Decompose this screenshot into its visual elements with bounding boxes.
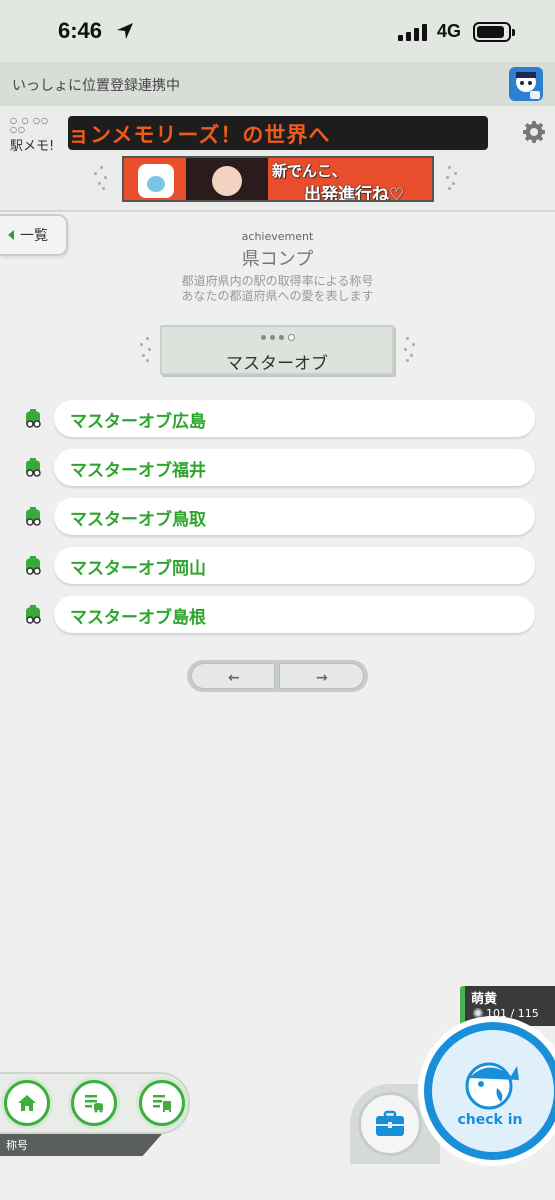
title-pill[interactable]: マスターオブ広島 xyxy=(54,400,535,437)
location-arrow-icon xyxy=(117,23,133,39)
title-label: マスターオブ広島 xyxy=(70,412,206,432)
title-pill[interactable]: マスターオブ福井 xyxy=(54,449,535,486)
page-subtitle: achievement xyxy=(241,230,314,243)
list-item[interactable]: マスターオブ鳥取 xyxy=(0,498,555,536)
briefcase-icon xyxy=(376,1110,404,1136)
news-ticker[interactable]: ョンメモリーズ！の世界へ xyxy=(68,116,488,150)
link-status-bar: いっしょに位置登録連携中 xyxy=(0,62,555,106)
link-status-text: いっしょに位置登録連携中 xyxy=(12,78,180,94)
battery-icon xyxy=(473,22,515,42)
train-icon xyxy=(26,458,41,477)
category-page-dots xyxy=(261,334,295,341)
arrow-right-icon: → xyxy=(316,670,328,686)
item-bag-button[interactable] xyxy=(358,1092,422,1156)
description-line-2: あなたの都道府県への愛を表します xyxy=(181,289,374,303)
title-label: マスターオブ島根 xyxy=(70,608,206,628)
clock: 6:46 xyxy=(58,18,103,43)
list-train-icon xyxy=(85,1095,103,1113)
logo-text: 駅メモ! xyxy=(10,139,55,154)
category-label: マスターオブ xyxy=(226,354,328,374)
title-menu-button[interactable] xyxy=(71,1080,117,1126)
current-tab-label: 称号 xyxy=(6,1139,28,1152)
mascot-icon xyxy=(465,1062,519,1110)
list-item[interactable]: マスターオブ島根 xyxy=(0,596,555,634)
list-item[interactable]: マスターオブ岡山 xyxy=(0,547,555,585)
station-name: 萌黄 xyxy=(471,992,498,1007)
gear-icon[interactable] xyxy=(522,120,546,144)
event-banner[interactable]: 新でんこ、 出発進行ね♡ xyxy=(122,156,434,202)
train-icon xyxy=(26,605,41,624)
train-icon xyxy=(26,409,41,428)
title-label: マスターオブ岡山 xyxy=(70,559,206,579)
title-label: マスターオブ福井 xyxy=(70,461,206,481)
current-tab-label-bar: 称号 xyxy=(0,1134,162,1156)
partner-character-icon[interactable] xyxy=(508,66,544,102)
list-item[interactable]: マスターオブ広島 xyxy=(0,400,555,438)
train-icon xyxy=(26,507,41,526)
status-bar: 6:46 4G xyxy=(0,0,555,62)
description-line-1: 都道府県内の駅の取得率による称号 xyxy=(181,274,374,288)
title-pill[interactable]: マスターオブ岡山 xyxy=(54,547,535,584)
paw-icon xyxy=(138,164,174,198)
category-selector[interactable]: マスターオブ xyxy=(160,325,394,375)
sparkle-left-icon xyxy=(94,166,110,190)
network-type: 4G xyxy=(437,21,462,41)
station-list-button[interactable] xyxy=(139,1080,185,1126)
character-illustration xyxy=(186,158,268,200)
page-description: 都道府県内の駅の取得率による称号 あなたの都道府県への愛を表します xyxy=(0,274,555,304)
sparkle-right-icon xyxy=(444,166,460,190)
page-title: 県コンプ xyxy=(241,249,314,270)
list-station-icon xyxy=(153,1095,171,1112)
list-item[interactable]: マスターオブ福井 xyxy=(0,449,555,487)
app-logo: ○ ○ ○○ ○○ 駅メモ! xyxy=(10,116,68,154)
home-icon xyxy=(18,1095,36,1111)
sparkle-right-icon xyxy=(404,337,420,362)
title-label: マスターオブ鳥取 xyxy=(70,510,206,530)
pagination: ← → xyxy=(187,660,368,692)
home-button[interactable] xyxy=(4,1080,50,1126)
checkin-label: check in xyxy=(457,1112,523,1128)
logo-dots: ○ ○ ○○ ○○ xyxy=(10,116,50,134)
title-pill[interactable]: マスターオブ島根 xyxy=(54,596,535,633)
sparkle-left-icon xyxy=(138,337,154,362)
banner-line-1: 新でんこ、 xyxy=(272,162,347,180)
prev-page-button[interactable]: ← xyxy=(191,663,275,689)
title-pill[interactable]: マスターオブ鳥取 xyxy=(54,498,535,535)
next-page-button[interactable]: → xyxy=(279,663,364,689)
cellular-signal-icon xyxy=(398,24,427,41)
arrow-left-icon: ← xyxy=(228,670,240,686)
banner-line-2: 出発進行ね♡ xyxy=(304,185,405,202)
train-icon xyxy=(26,556,41,575)
ticker-text: ョンメモリーズ！の世界へ xyxy=(68,123,331,147)
